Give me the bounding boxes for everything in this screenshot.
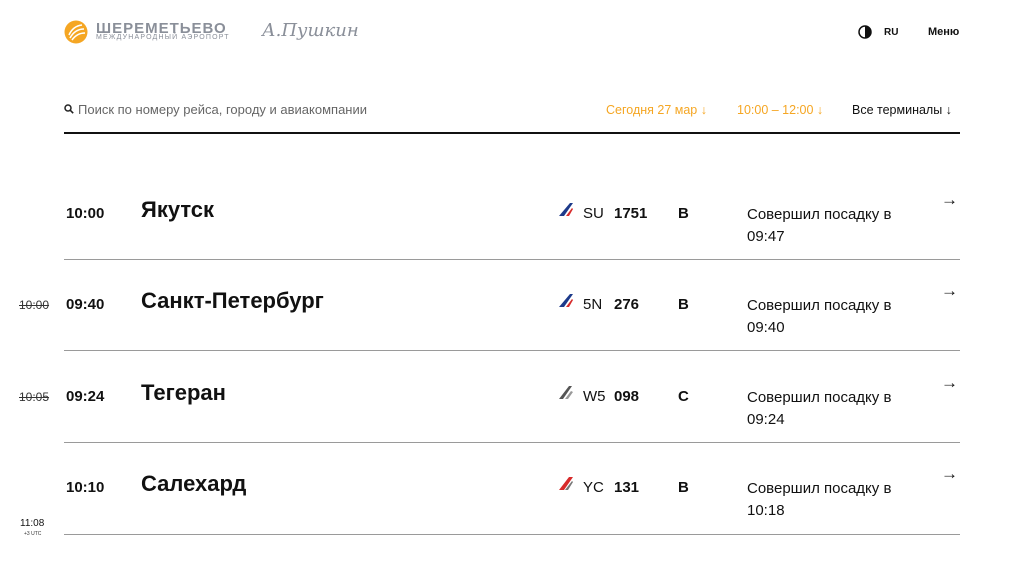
airline-code: W5 — [583, 388, 606, 405]
menu-button[interactable]: Меню — [928, 26, 959, 38]
flight-number: 098 — [614, 388, 640, 405]
terminal: B — [678, 205, 689, 222]
arrow-right-icon[interactable]: → — [941, 373, 958, 393]
date-filter[interactable]: Сегодня 27 мар ↓ — [606, 103, 707, 117]
flight-number: 131 — [614, 479, 640, 496]
current-time: 11:08 — [20, 518, 45, 529]
flight-row[interactable]: 10:10 Салехард YC 131 B Совершил посадку… — [0, 450, 1024, 542]
header-divider — [64, 132, 960, 134]
mahan-air-logo-icon — [559, 386, 573, 399]
scheduled-time: 10:05 — [19, 390, 50, 404]
row-divider — [64, 442, 960, 443]
flight-status: Совершил посадку в 09:24 — [747, 389, 892, 428]
flight-row[interactable]: 10:05 09:24 Тегеран W5 098 C Совершил по… — [0, 359, 1024, 451]
flight-status: Совершил посадку в 09:40 — [747, 297, 892, 336]
rossiya-logo-icon — [559, 294, 573, 307]
flight-city: Тегеран — [141, 380, 226, 405]
flight-city: Салехард — [141, 471, 247, 496]
flight-number: 276 — [614, 296, 640, 313]
flight-number: 1751 — [614, 205, 648, 222]
flight-time: 09:24 — [66, 388, 105, 405]
sheremetyevo-emblem-icon[interactable] — [64, 20, 88, 44]
logo-subtitle: МЕЖДУНАРОДНЫЙ АЭРОПОРТ — [96, 34, 230, 41]
search-input[interactable] — [78, 100, 518, 118]
scheduled-time: 10:00 — [19, 298, 50, 312]
aeroflot-logo-icon — [559, 203, 573, 216]
language-switch[interactable]: RU — [884, 27, 898, 38]
pushkin-signature-logo: А.Пушкин — [262, 20, 359, 41]
arrow-right-icon[interactable]: → — [941, 281, 958, 301]
arrow-right-icon[interactable]: → — [941, 190, 958, 210]
terminal: B — [678, 479, 689, 496]
arrow-right-icon[interactable]: → — [941, 464, 958, 484]
contrast-icon[interactable] — [858, 25, 872, 39]
flight-row[interactable]: 10:00 09:40 Санкт-Петербург 5N 276 B Сов… — [0, 267, 1024, 359]
row-divider — [64, 350, 960, 351]
airline-code: 5N — [583, 296, 603, 313]
timezone-label: +3 UTC — [24, 531, 42, 537]
time-filter[interactable]: 10:00 – 12:00 ↓ — [737, 103, 823, 117]
flight-city: Якутск — [141, 197, 215, 222]
search-icon — [64, 104, 74, 114]
flight-city: Санкт-Петербург — [141, 288, 324, 313]
terminal: B — [678, 296, 689, 313]
row-divider — [64, 259, 960, 260]
terminal: C — [678, 388, 689, 405]
flight-row[interactable]: 10:00 Якутск SU 1751 B Совершил посадку … — [0, 176, 1024, 268]
flight-status: Совершил посадку в 10:18 — [747, 480, 892, 519]
airline-code: YC — [583, 479, 604, 496]
row-divider — [64, 534, 960, 535]
flight-status: Совершил посадку в 09:47 — [747, 206, 892, 245]
airline-code: SU — [583, 205, 604, 222]
yamal-logo-icon — [559, 477, 573, 490]
flight-time: 10:10 — [66, 479, 105, 496]
flight-time: 09:40 — [66, 296, 105, 313]
flight-time: 10:00 — [66, 205, 105, 222]
terminal-filter[interactable]: Все терминалы ↓ — [852, 103, 952, 117]
